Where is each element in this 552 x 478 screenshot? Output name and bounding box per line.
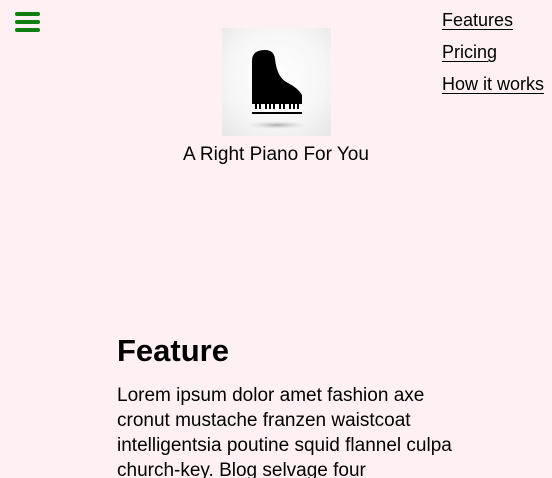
feature-description: Lorem ipsum dolor amet fashion axe cronu… (117, 385, 452, 478)
nav-link-pricing[interactable]: Pricing (442, 36, 544, 68)
menu-bar (15, 28, 40, 32)
page: A Right Piano For You Features Pricing H… (0, 0, 552, 478)
feature-heading: Feature (117, 333, 229, 368)
top-nav: Features Pricing How it works (442, 4, 544, 100)
hamburger-menu-icon[interactable] (15, 12, 40, 33)
menu-bar (15, 12, 40, 16)
logo (222, 28, 331, 136)
nav-link-how-it-works[interactable]: How it works (442, 68, 544, 100)
tagline: A Right Piano For You (183, 144, 369, 165)
menu-bar (15, 20, 40, 24)
grand-piano-icon (247, 50, 307, 129)
nav-link-features[interactable]: Features (442, 4, 544, 36)
